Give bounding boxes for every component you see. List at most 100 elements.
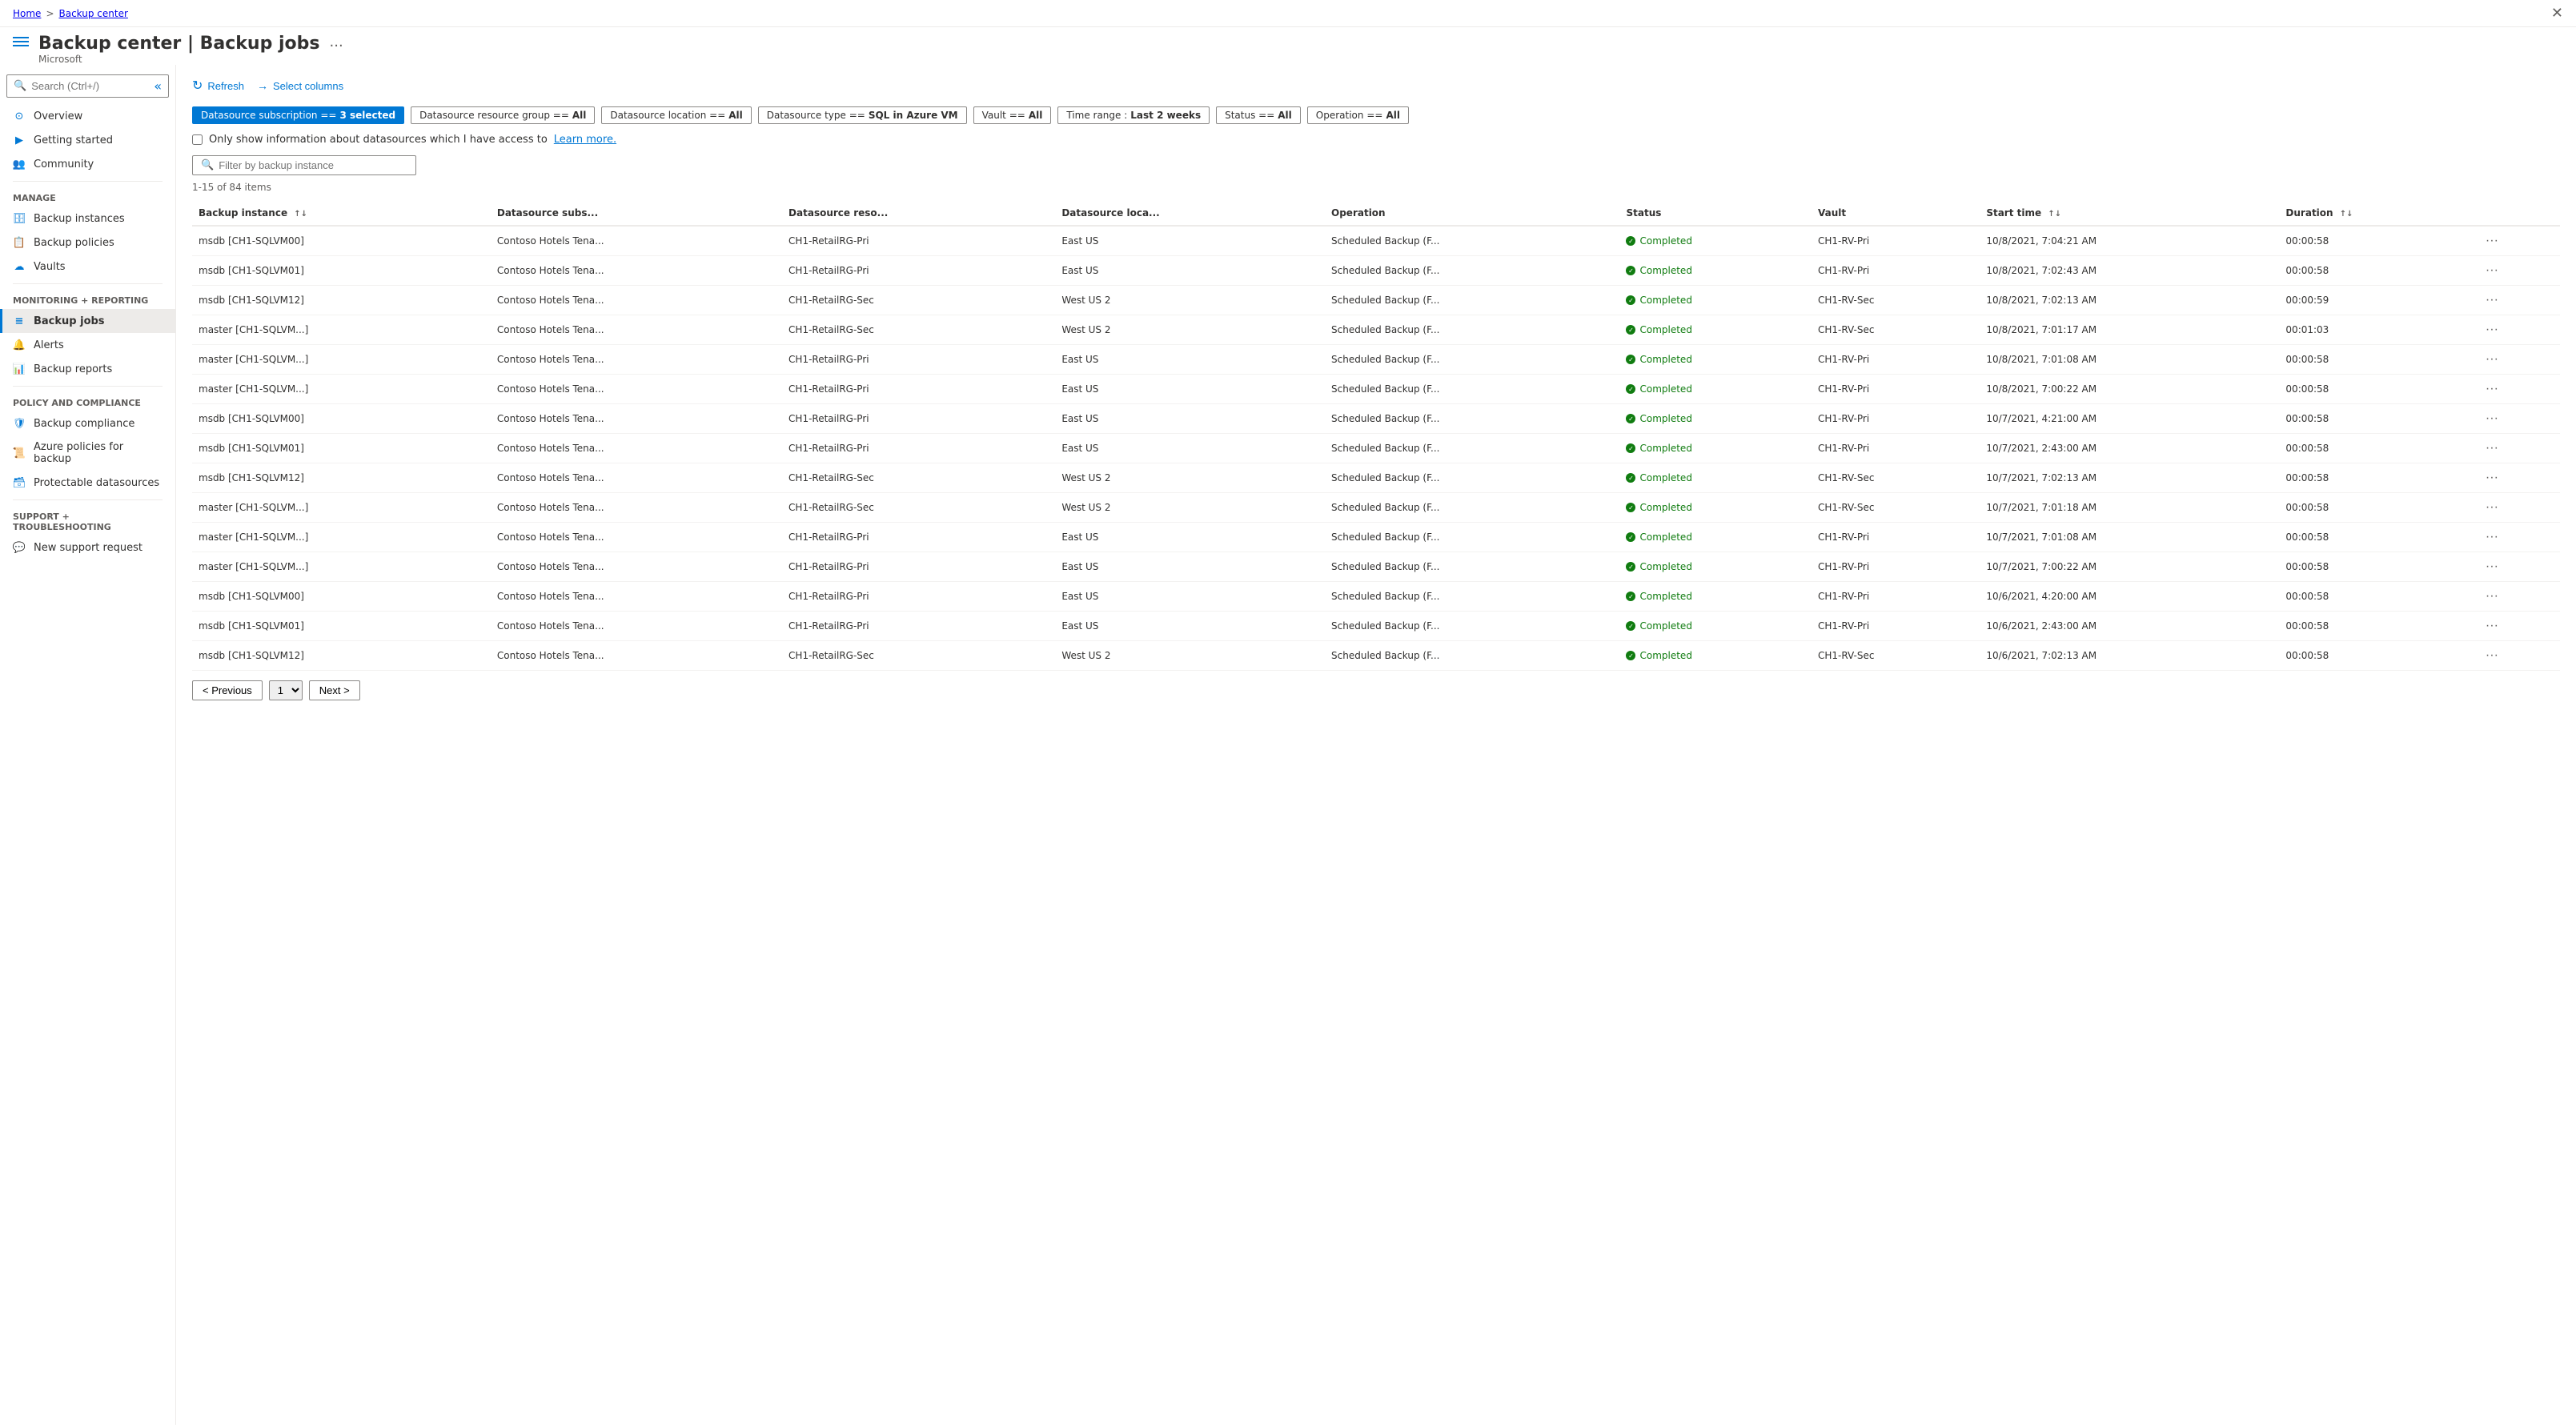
sidebar-item-backup-jobs[interactable]: ≡ Backup jobs: [0, 309, 175, 333]
filter-input-box[interactable]: 🔍: [192, 155, 416, 175]
cell-datasource-reso: CH1-RetailRG-Pri: [782, 523, 1055, 552]
row-more-button[interactable]: ···: [2481, 469, 2503, 487]
sidebar-item-backup-reports[interactable]: 📊 Backup reports: [0, 357, 175, 381]
sidebar-item-label: Community: [34, 158, 94, 170]
row-more-button[interactable]: ···: [2481, 617, 2503, 635]
page-title: Backup center | Backup jobs: [38, 34, 320, 54]
filter-type[interactable]: Datasource type == SQL in Azure VM: [758, 106, 967, 124]
row-more-button[interactable]: ···: [2481, 232, 2503, 250]
cell-status: ✓ Completed: [1619, 582, 1811, 612]
cell-start-time: 10/7/2021, 7:02:13 AM: [1980, 463, 2279, 493]
cell-vault: CH1-RV-Pri: [1812, 226, 1980, 256]
select-columns-button[interactable]: → Select columns: [257, 76, 343, 95]
sidebar-item-label: Alerts: [34, 339, 64, 351]
pagination: < Previous 1 2 3 4 5 6 Next >: [192, 680, 2560, 700]
cell-start-time: 10/7/2021, 4:21:00 AM: [1980, 404, 2279, 434]
col-actions: [2474, 201, 2560, 226]
close-button[interactable]: ✕: [2551, 5, 2563, 22]
sidebar-item-new-support[interactable]: 💬 New support request: [0, 536, 175, 560]
sidebar-item-vaults[interactable]: ☁ Vaults: [0, 255, 175, 279]
filter-operation[interactable]: Operation == All: [1307, 106, 1409, 124]
cell-duration: 00:00:58: [2279, 552, 2474, 582]
row-more-button[interactable]: ···: [2481, 321, 2503, 339]
hamburger-menu[interactable]: [13, 37, 29, 46]
sidebar-item-backup-policies[interactable]: 📋 Backup policies: [0, 231, 175, 255]
cell-backup-instance: master [CH1-SQLVM...]: [192, 375, 491, 404]
filter-vault[interactable]: Vault == All: [973, 106, 1052, 124]
row-more-button[interactable]: ···: [2481, 291, 2503, 309]
page-select[interactable]: 1 2 3 4 5 6: [269, 680, 303, 700]
sidebar-item-getting-started[interactable]: ▶ Getting started: [0, 128, 175, 152]
filter-subscription[interactable]: Datasource subscription == 3 selected: [192, 106, 404, 124]
protectable-icon: 🗃: [13, 476, 26, 489]
sidebar-item-community[interactable]: 👥 Community: [0, 152, 175, 176]
breadcrumb-home[interactable]: Home: [13, 8, 41, 19]
filter-time-range[interactable]: Time range : Last 2 weeks: [1057, 106, 1210, 124]
filter-resource-group[interactable]: Datasource resource group == All: [411, 106, 595, 124]
table-row: msdb [CH1-SQLVM00] Contoso Hotels Tena..…: [192, 582, 2560, 612]
breadcrumb: Home > Backup center: [13, 8, 128, 19]
cell-status: ✓ Completed: [1619, 641, 1811, 671]
table-row: master [CH1-SQLVM...] Contoso Hotels Ten…: [192, 345, 2560, 375]
row-more-button[interactable]: ···: [2481, 528, 2503, 546]
col-backup-instance[interactable]: Backup instance ↑↓: [192, 201, 491, 226]
cell-datasource-loca: East US: [1055, 226, 1325, 256]
cell-duration: 00:00:58: [2279, 434, 2474, 463]
sidebar-item-overview[interactable]: ⊙ Overview: [0, 104, 175, 128]
header-title-block: Backup center | Backup jobs Microsoft: [38, 34, 320, 65]
row-more-button[interactable]: ···: [2481, 351, 2503, 368]
sidebar-item-protectable-datasources[interactable]: 🗃 Protectable datasources: [0, 471, 175, 495]
filter-location[interactable]: Datasource location == All: [601, 106, 751, 124]
row-more-button[interactable]: ···: [2481, 647, 2503, 664]
vendor-label: Microsoft: [38, 54, 320, 65]
sidebar-item-azure-policies[interactable]: 📜 Azure policies for backup: [0, 435, 175, 471]
azure-policies-icon: 📜: [13, 447, 26, 459]
jobs-table: Backup instance ↑↓ Datasource subs... Da…: [192, 201, 2560, 671]
cell-status: ✓ Completed: [1619, 434, 1811, 463]
row-more-button[interactable]: ···: [2481, 439, 2503, 457]
status-label: Completed: [1639, 591, 1691, 602]
access-checkbox[interactable]: [192, 134, 203, 145]
cell-datasource-reso: CH1-RetailRG-Sec: [782, 315, 1055, 345]
row-more-button[interactable]: ···: [2481, 410, 2503, 427]
refresh-button[interactable]: ↻ Refresh: [192, 74, 244, 97]
search-input[interactable]: [31, 80, 149, 92]
col-start-time[interactable]: Start time ↑↓: [1980, 201, 2279, 226]
row-more-button[interactable]: ···: [2481, 558, 2503, 576]
row-more-button[interactable]: ···: [2481, 499, 2503, 516]
status-dot-completed: ✓: [1626, 295, 1635, 305]
collapse-sidebar-button[interactable]: «: [154, 78, 162, 94]
main-content: ↻ Refresh → Select columns Datasource su…: [176, 65, 2576, 1425]
row-more-button[interactable]: ···: [2481, 588, 2503, 605]
cell-operation: Scheduled Backup (F...: [1325, 315, 1619, 345]
cell-operation: Scheduled Backup (F...: [1325, 523, 1619, 552]
previous-page-button[interactable]: < Previous: [192, 680, 263, 700]
cell-backup-instance: master [CH1-SQLVM...]: [192, 315, 491, 345]
cell-operation: Scheduled Backup (F...: [1325, 582, 1619, 612]
learn-more-link[interactable]: Learn more.: [554, 134, 616, 146]
support-section-label: Support + troubleshooting: [0, 505, 175, 536]
cell-datasource-loca: East US: [1055, 434, 1325, 463]
cell-backup-instance: master [CH1-SQLVM...]: [192, 523, 491, 552]
row-more-button[interactable]: ···: [2481, 262, 2503, 279]
sidebar-item-backup-instances[interactable]: 🗄 Backup instances: [0, 207, 175, 231]
breadcrumb-current[interactable]: Backup center: [59, 8, 128, 19]
table-row: msdb [CH1-SQLVM01] Contoso Hotels Tena..…: [192, 256, 2560, 286]
filter-status[interactable]: Status == All: [1216, 106, 1301, 124]
col-duration[interactable]: Duration ↑↓: [2279, 201, 2474, 226]
cell-actions: ···: [2474, 463, 2560, 493]
cell-datasource-reso: CH1-RetailRG-Pri: [782, 375, 1055, 404]
ellipsis-menu[interactable]: ...: [330, 34, 343, 50]
row-more-button[interactable]: ···: [2481, 380, 2503, 398]
sidebar-item-alerts[interactable]: 🔔 Alerts: [0, 333, 175, 357]
cell-actions: ···: [2474, 226, 2560, 256]
sidebar-item-backup-compliance[interactable]: 🛡 Backup compliance: [0, 411, 175, 435]
status-label: Completed: [1639, 383, 1691, 395]
cell-status: ✓ Completed: [1619, 523, 1811, 552]
col-datasource-reso: Datasource reso...: [782, 201, 1055, 226]
cell-duration: 00:00:58: [2279, 375, 2474, 404]
filter-backup-instance-input[interactable]: [219, 159, 407, 171]
next-page-button[interactable]: Next >: [309, 680, 360, 700]
table-row: master [CH1-SQLVM...] Contoso Hotels Ten…: [192, 552, 2560, 582]
search-box[interactable]: 🔍 «: [6, 74, 169, 98]
